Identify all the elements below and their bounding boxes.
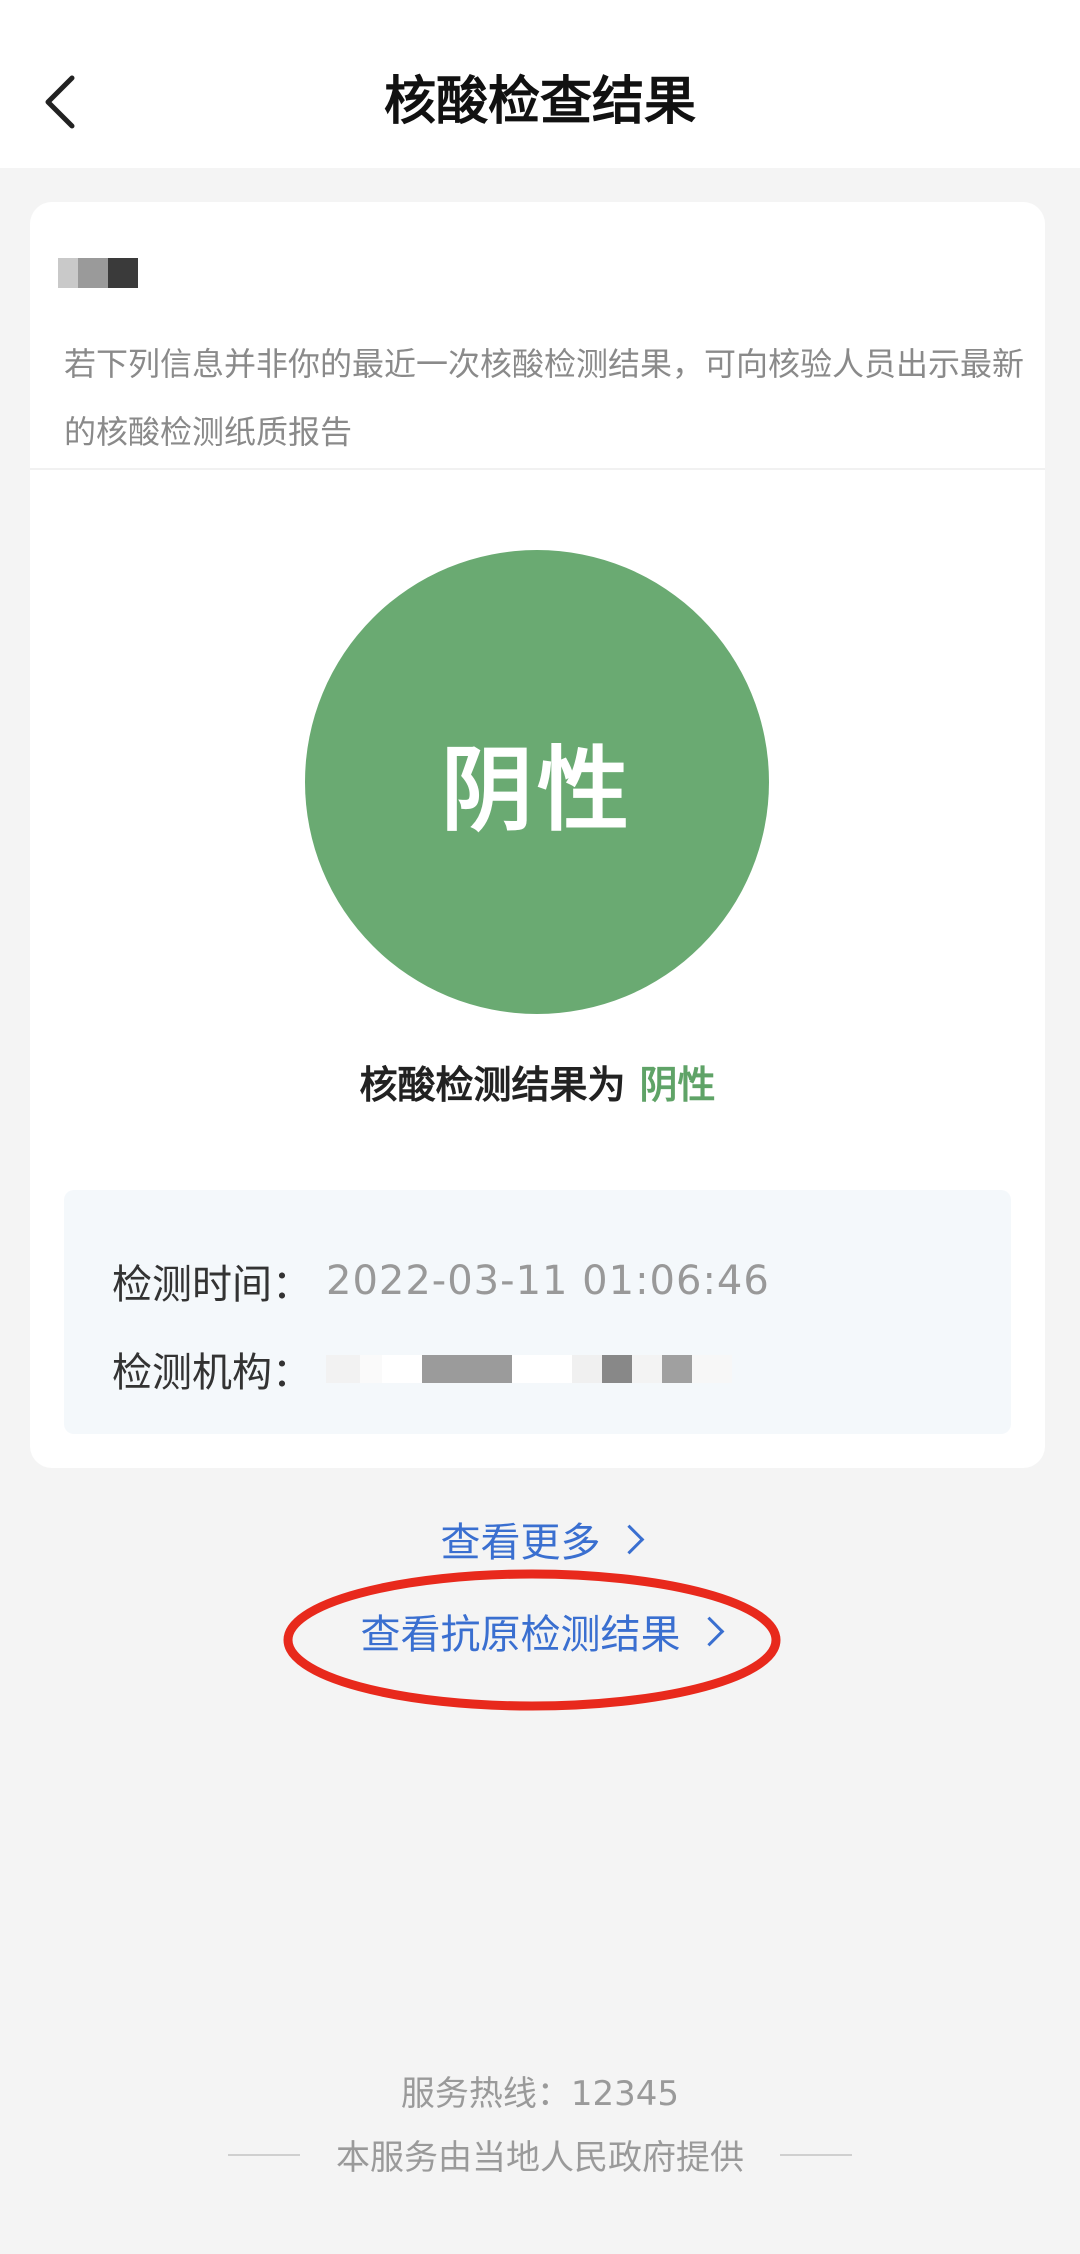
view-more-link[interactable]: 查看更多 bbox=[0, 1510, 1080, 1568]
page-title: 核酸检查结果 bbox=[383, 72, 696, 132]
masked-name bbox=[58, 258, 138, 290]
time-value: 2022-03-11 01:06:46 bbox=[326, 1258, 770, 1304]
notice-text: 若下列信息并非你的最近一次核酸检测结果，可向核验人员出示最新的核酸检测纸质报告 bbox=[64, 345, 1025, 451]
footer-note: 本服务由当地人民政府提供 bbox=[0, 2130, 1080, 2179]
org-label: 检测机构： bbox=[112, 1350, 312, 1396]
result-value: 阴性 bbox=[639, 1063, 716, 1107]
detail-row-org: 检测机构： bbox=[112, 1340, 732, 1398]
time-label: 检测时间： bbox=[112, 1262, 312, 1308]
footer-divider-right bbox=[780, 2153, 852, 2156]
masked-organization bbox=[326, 1355, 732, 1383]
divider bbox=[30, 468, 1045, 470]
view-more-label: 查看更多 bbox=[440, 1520, 601, 1566]
nav-bar: 核酸检查结果 bbox=[0, 0, 1080, 168]
highlight-ellipse-annotation bbox=[283, 1569, 781, 1711]
chevron-right-icon bbox=[614, 1524, 644, 1555]
service-hotline: 服务热线：12345 bbox=[400, 2074, 680, 2114]
detail-row-time: 检测时间： 2022-03-11 01:06:46 bbox=[112, 1252, 770, 1310]
result-card: 若下列信息并非你的最近一次核酸检测结果，可向核验人员出示最新的核酸检测纸质报告 … bbox=[30, 202, 1045, 1468]
result-summary: 核酸检测结果为 阴性 bbox=[30, 1054, 1045, 1109]
detail-box: 检测时间： 2022-03-11 01:06:46 检测机构： bbox=[64, 1190, 1011, 1434]
result-circle-label: 阴性 bbox=[440, 736, 633, 844]
footer-divider-left bbox=[228, 2153, 300, 2156]
footer-note-text: 本服务由当地人民政府提供 bbox=[336, 2138, 744, 2178]
result-circle: 阴性 bbox=[305, 550, 769, 1014]
result-prefix: 核酸检测结果为 bbox=[359, 1063, 626, 1107]
